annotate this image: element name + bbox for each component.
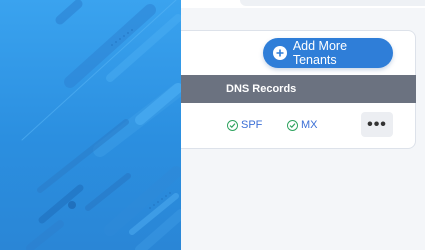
check-circle-icon xyxy=(227,119,238,131)
decorative-stripes xyxy=(21,0,181,250)
table-header: DNS Records xyxy=(181,75,416,103)
mx-label: MX xyxy=(301,119,318,131)
mx-record-status: MX xyxy=(287,119,318,131)
table-row: SPF MX ••• xyxy=(181,103,415,147)
add-more-tenants-button[interactable]: Add More Tenants xyxy=(263,38,393,68)
ellipsis-icon: ••• xyxy=(367,115,387,133)
spf-record-status: SPF xyxy=(227,119,262,131)
plus-circle-icon xyxy=(273,46,287,60)
top-header-tab xyxy=(240,0,425,6)
row-actions-button[interactable]: ••• xyxy=(361,112,393,137)
spf-label: SPF xyxy=(241,119,263,131)
check-circle-icon xyxy=(287,119,298,131)
decorative-side-panel xyxy=(0,0,181,250)
add-more-tenants-label: Add More Tenants xyxy=(292,39,348,67)
column-header-dns-records: DNS Records xyxy=(226,83,297,95)
